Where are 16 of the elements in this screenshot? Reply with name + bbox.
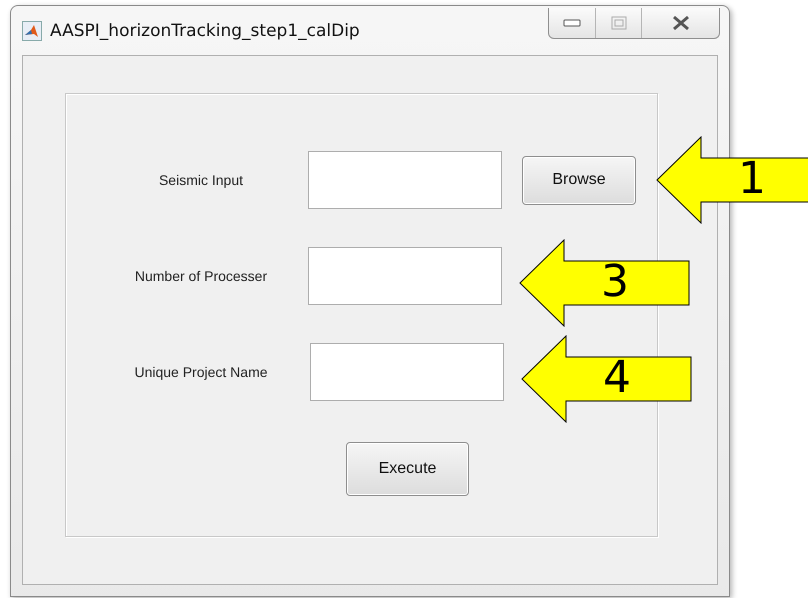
field-label: Unique Project Name: [133, 364, 269, 380]
minimize-icon: [563, 19, 581, 27]
close-icon: [670, 15, 690, 31]
browse-button[interactable]: Browse: [522, 156, 636, 204]
maximize-icon: [610, 16, 626, 30]
field-label: Number of Processer: [134, 268, 268, 284]
input-field[interactable]: [308, 151, 502, 209]
execute-button[interactable]: Execute: [346, 442, 469, 496]
input-field[interactable]: [308, 247, 502, 305]
input-field[interactable]: [310, 343, 504, 401]
field-label: Seismic Input: [158, 172, 244, 188]
window-title: AASPI_horizonTracking_step1_calDip: [50, 20, 360, 40]
app-logo-icon: [22, 20, 42, 40]
callout-number: 4: [603, 353, 631, 403]
callout-number: 1: [738, 154, 766, 204]
callout-number: 3: [601, 257, 629, 307]
